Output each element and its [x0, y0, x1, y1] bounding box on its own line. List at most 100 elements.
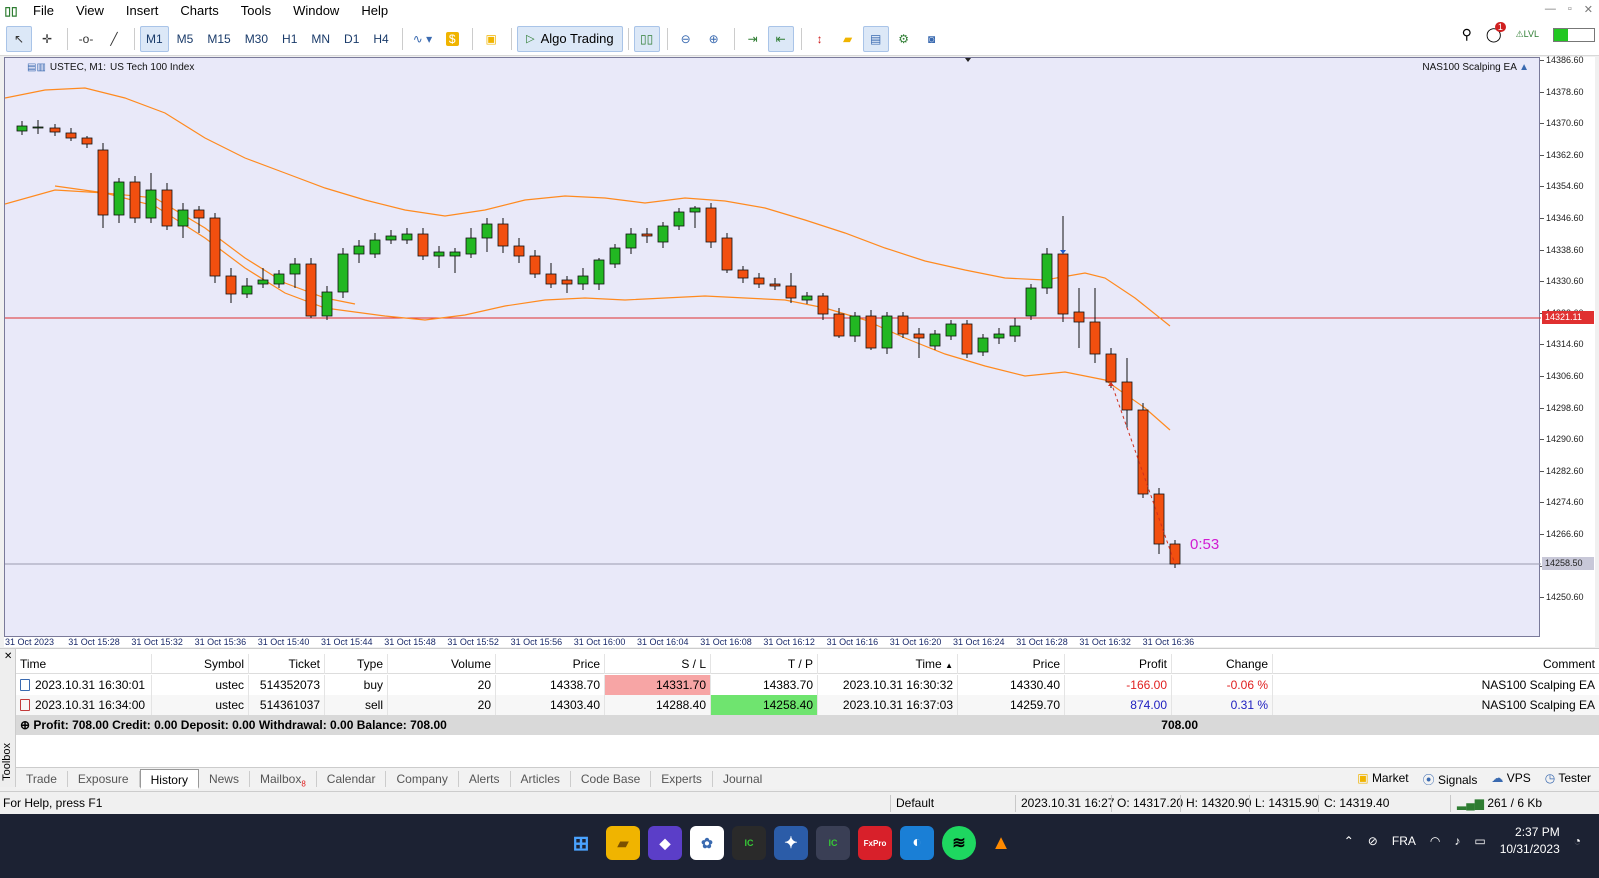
- horizontal-line-button[interactable]: -o-: [73, 26, 99, 52]
- close-toolbox-icon[interactable]: ✕: [4, 651, 12, 662]
- vlc-icon[interactable]: ▲: [984, 826, 1018, 860]
- col-change[interactable]: Change: [1172, 653, 1273, 674]
- expert-advisor-label[interactable]: NAS100 Scalping EA ▲: [1422, 62, 1529, 73]
- tab-alerts[interactable]: Alerts: [459, 770, 511, 787]
- col-time[interactable]: Time: [16, 653, 152, 674]
- copilot-icon[interactable]: ◆: [648, 826, 682, 860]
- menu-help[interactable]: Help: [350, 0, 399, 22]
- connection-status[interactable]: ▂▄▆ 261 / 6 Kb: [1457, 796, 1542, 810]
- network-off-icon[interactable]: ⊘: [1368, 834, 1378, 848]
- depth-of-market-button[interactable]: ▤: [862, 25, 889, 52]
- ic-markets-mt4-icon[interactable]: IC: [732, 826, 766, 860]
- new-order-button[interactable]: ↕: [807, 26, 833, 52]
- toolbox-label: Toolbox: [1, 743, 13, 781]
- vps-link[interactable]: ☁ VPS: [1491, 771, 1530, 788]
- price-label: 14298.60: [1546, 402, 1584, 413]
- file-explorer-icon[interactable]: ▰: [606, 826, 640, 860]
- restore-icon[interactable]: ▫: [1568, 3, 1572, 16]
- tab-calendar[interactable]: Calendar: [317, 770, 387, 787]
- profile-name[interactable]: Default: [896, 796, 934, 810]
- tester-link[interactable]: ◷ Tester: [1545, 771, 1591, 788]
- menu-window[interactable]: Window: [282, 0, 350, 22]
- settings-button[interactable]: ⚙: [891, 26, 917, 52]
- market-link[interactable]: ▣ Market: [1357, 771, 1408, 788]
- tab-journal[interactable]: Journal: [713, 771, 772, 787]
- timeframe-h1[interactable]: H1: [276, 26, 303, 52]
- battery-icon[interactable]: ▭: [1474, 834, 1485, 848]
- chart-area[interactable]: ▤▥ USTEC, M1: US Tech 100 Index NAS100 S…: [4, 57, 1541, 637]
- indicators-dropdown-button[interactable]: ∿ ▾: [408, 26, 437, 52]
- col-price[interactable]: Price: [496, 653, 605, 674]
- zoom-out-button[interactable]: ⊖: [673, 26, 699, 52]
- chart-menu-icon[interactable]: ▤▥: [27, 62, 46, 73]
- shop-button[interactable]: ▣: [478, 26, 504, 52]
- table-row[interactable]: 2023.10.31 16:30:01 ustec 514352073 buy …: [16, 675, 1599, 695]
- signals-link[interactable]: ⦿ Signals: [1423, 771, 1478, 788]
- zoom-in-button[interactable]: ⊕: [701, 26, 727, 52]
- timeframe-mn[interactable]: MN: [305, 26, 336, 52]
- wifi-icon[interactable]: ◠: [1430, 834, 1440, 848]
- cursor-tool-button[interactable]: ↖: [6, 25, 32, 52]
- search-icon[interactable]: ⚲: [1462, 26, 1472, 43]
- table-row[interactable]: 2023.10.31 16:34:00 ustec 514361037 sell…: [16, 695, 1599, 715]
- col-close-time[interactable]: Time ▲: [818, 653, 958, 674]
- col-profit[interactable]: Profit: [1065, 653, 1172, 674]
- tab-history[interactable]: History: [139, 768, 199, 789]
- fxpro-icon[interactable]: FxPro: [858, 826, 892, 860]
- notification-bell-icon[interactable]: ◔: [1574, 834, 1581, 848]
- col-sl[interactable]: S / L: [605, 653, 711, 674]
- menu-file[interactable]: File: [22, 0, 65, 22]
- col-close-price[interactable]: Price: [958, 653, 1065, 674]
- windows-start-icon[interactable]: ⊞: [564, 826, 598, 860]
- price-scale[interactable]: 14386.60 14378.60 14370.60 14362.60 14354.60…: [1540, 55, 1595, 637]
- system-clock[interactable]: 2:37 PM 10/31/2023: [1500, 824, 1560, 858]
- timeframe-m30[interactable]: M30: [239, 26, 274, 52]
- candlestick-chart-button[interactable]: ▯▯: [633, 25, 660, 52]
- col-comment[interactable]: Comment: [1273, 654, 1599, 674]
- tab-experts[interactable]: Experts: [651, 770, 713, 787]
- spotify-icon[interactable]: ≋: [942, 826, 976, 860]
- time-scale[interactable]: 31 Oct 2023 31 Oct 15:28 31 Oct 15:32 31 Oc…: [4, 637, 1540, 647]
- tab-company[interactable]: Company: [386, 770, 459, 787]
- menu-view[interactable]: View: [65, 0, 115, 22]
- col-tp[interactable]: T / P: [711, 653, 818, 674]
- ctrader-icon[interactable]: ✦: [774, 826, 808, 860]
- crosshair-tool-button[interactable]: ✛: [34, 26, 60, 52]
- volume-icon[interactable]: ♪: [1454, 834, 1460, 848]
- algo-trading-button[interactable]: ▷ Algo Trading: [517, 25, 623, 52]
- keyboard-language[interactable]: FRA: [1392, 834, 1416, 848]
- menu-charts[interactable]: Charts: [169, 0, 229, 22]
- chart-shift-button[interactable]: ⇤: [767, 25, 794, 52]
- tab-code-base[interactable]: Code Base: [571, 770, 652, 787]
- lvl-icon[interactable]: ⚠LVL: [1516, 29, 1539, 40]
- menu-insert[interactable]: Insert: [115, 0, 170, 22]
- close-icon[interactable]: ✕: [1584, 3, 1593, 16]
- col-ticket[interactable]: Ticket: [249, 653, 325, 674]
- tab-mailbox[interactable]: Mailbox8: [250, 770, 317, 788]
- auto-scroll-button[interactable]: ⇥: [740, 26, 766, 52]
- notifications-icon[interactable]: ◯ 1: [1486, 22, 1506, 43]
- market-icon-button[interactable]: $: [439, 26, 465, 52]
- ic-markets-mt5-icon[interactable]: IC: [816, 826, 850, 860]
- edge-browser-icon[interactable]: ◐: [900, 826, 934, 860]
- settings-app-icon[interactable]: ✿: [690, 826, 724, 860]
- col-type[interactable]: Type: [325, 653, 388, 674]
- open-folder-button[interactable]: ▰: [835, 26, 861, 52]
- screenshot-button[interactable]: ◙: [919, 26, 945, 52]
- col-symbol[interactable]: Symbol: [152, 653, 249, 674]
- timeframe-m15[interactable]: M15: [201, 26, 236, 52]
- col-volume[interactable]: Volume: [388, 653, 496, 674]
- chevron-up-icon[interactable]: ⌃: [1344, 834, 1354, 848]
- timeframe-m1[interactable]: M1: [140, 25, 169, 52]
- minimize-icon[interactable]: —: [1545, 3, 1556, 16]
- timeframe-h4[interactable]: H4: [367, 26, 394, 52]
- trendline-button[interactable]: ╱: [101, 26, 127, 52]
- tab-trade[interactable]: Trade: [16, 770, 68, 787]
- expand-icon[interactable]: ⊕: [20, 718, 30, 732]
- timeframe-d1[interactable]: D1: [338, 26, 365, 52]
- timeframe-m5[interactable]: M5: [171, 26, 200, 52]
- tab-exposure[interactable]: Exposure: [68, 770, 140, 787]
- menu-tools[interactable]: Tools: [230, 0, 282, 22]
- tab-articles[interactable]: Articles: [511, 770, 571, 787]
- tab-news[interactable]: News: [199, 770, 250, 787]
